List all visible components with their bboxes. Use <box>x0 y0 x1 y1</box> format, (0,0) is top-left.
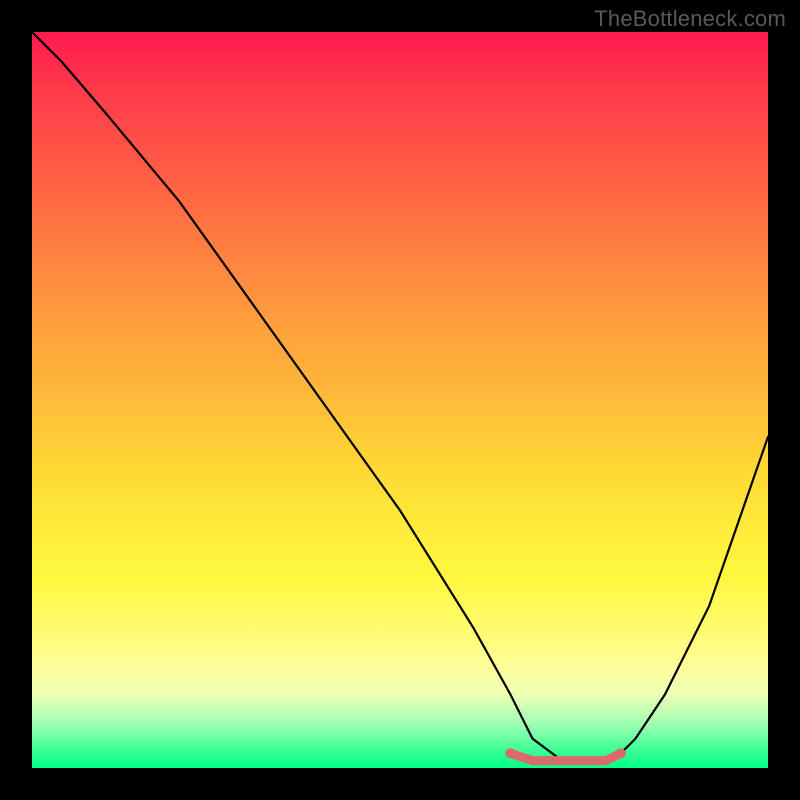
flat-segment-path <box>510 753 620 760</box>
bottleneck-curve-path <box>32 32 768 761</box>
chart-svg <box>32 32 768 768</box>
flat-segment-dot-right <box>616 748 626 758</box>
chart-plot-area <box>32 32 768 768</box>
watermark-text: TheBottleneck.com <box>594 6 786 32</box>
flat-segment-dot-left <box>505 748 515 758</box>
